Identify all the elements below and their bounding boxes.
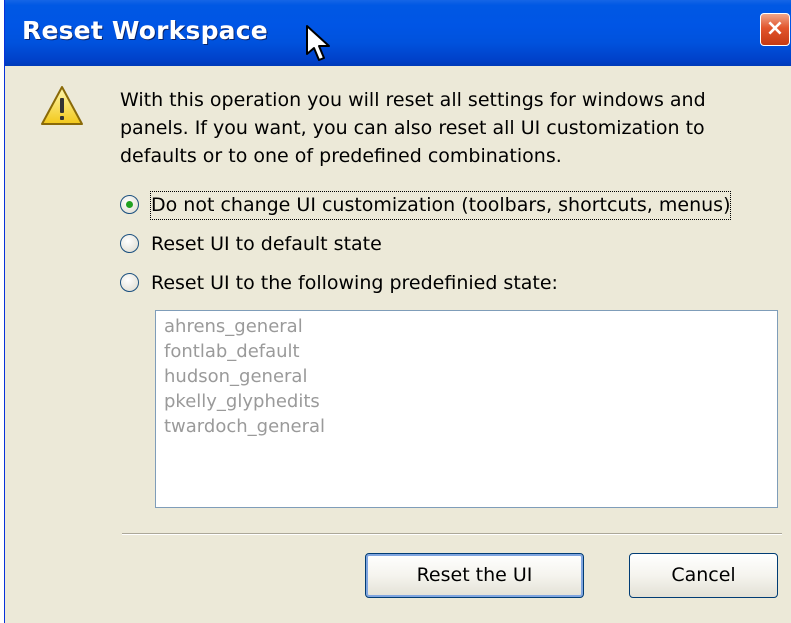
option-keep-customization-label[interactable]: Do not change UI customization (toolbars… [149, 191, 732, 220]
list-item[interactable]: fontlab_default [164, 339, 777, 364]
list-item[interactable]: ahrens_general [164, 314, 777, 339]
close-icon: × [765, 16, 785, 41]
radio-keep-customization[interactable] [120, 195, 139, 214]
cancel-button[interactable]: Cancel [629, 553, 778, 598]
separator [122, 533, 782, 535]
close-button[interactable]: × [760, 13, 790, 46]
list-item[interactable]: pkelly_glyphedits [164, 389, 777, 414]
reset-workspace-dialog: Reset Workspace × With this operation yo… [4, 0, 791, 623]
radio-reset-default[interactable] [120, 234, 139, 253]
title-bar[interactable]: Reset Workspace × [5, 0, 791, 66]
reset-ui-button[interactable]: Reset the UI [365, 553, 584, 598]
warning-message: With this operation you will reset all s… [120, 89, 706, 167]
warning-icon [41, 86, 83, 125]
radio-reset-predefined[interactable] [120, 273, 139, 292]
dialog-title: Reset Workspace [22, 16, 268, 45]
predefined-state-list[interactable]: ahrens_general fontlab_default hudson_ge… [155, 310, 778, 508]
option-reset-predefined-label[interactable]: Reset UI to the following predefinied st… [151, 270, 558, 297]
mouse-cursor-icon [306, 25, 330, 61]
radio-selected-dot [126, 201, 133, 208]
list-item[interactable]: twardoch_general [164, 414, 777, 439]
option-reset-default-label[interactable]: Reset UI to default state [151, 231, 382, 258]
list-item[interactable]: hudson_general [164, 364, 777, 389]
